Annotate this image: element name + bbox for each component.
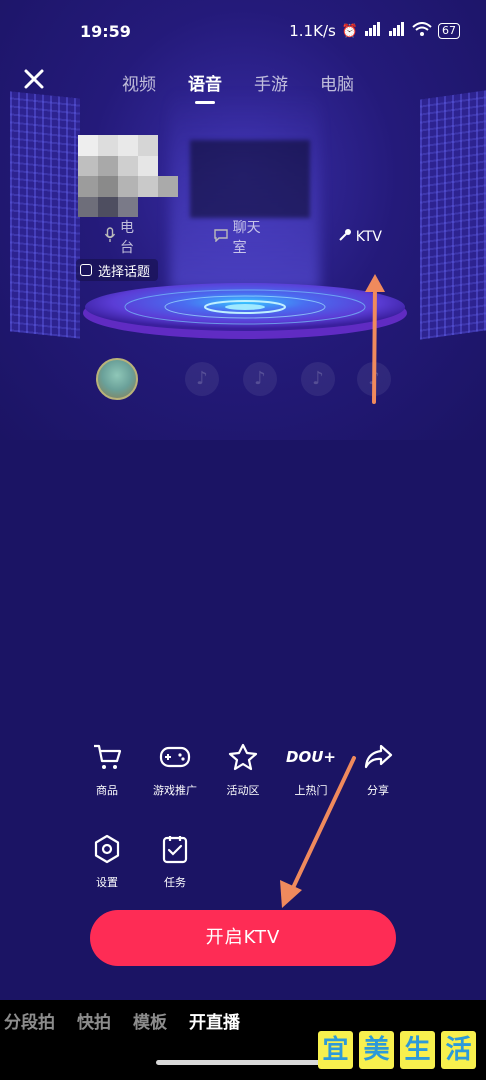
watermark-char: 宜 — [318, 1031, 353, 1069]
status-indicators: 1.1K/s ⏰ 67 — [289, 22, 460, 40]
cover-image[interactable] — [78, 135, 178, 217]
annotation-arrow-up — [365, 274, 385, 404]
wifi-icon — [412, 22, 432, 40]
topic-icon — [80, 264, 92, 276]
battery-icon: 67 — [438, 23, 460, 39]
task-clipboard-icon — [145, 832, 205, 866]
stage-wall-left — [10, 91, 80, 339]
tool-tasks-label: 任务 — [164, 876, 186, 889]
tool-dou-plus[interactable]: DOU+ 上热门 — [281, 740, 341, 798]
mode-chatroom[interactable]: 聊天室 — [179, 217, 304, 257]
stage-wall-right — [420, 90, 486, 340]
watermark: 宜 美 生 活 — [318, 1031, 476, 1069]
tool-activity-label: 活动区 — [226, 784, 260, 797]
network-speed: 1.1K/s — [289, 22, 336, 40]
seat-icon[interactable]: ♪ — [301, 362, 335, 396]
dou-plus-icon: DOU+ — [286, 748, 336, 766]
gamepad-icon — [145, 740, 205, 774]
tab-quick-shoot[interactable]: 快拍 — [77, 1008, 111, 1033]
mode-radio[interactable]: 电台 — [70, 217, 179, 257]
alarm-icon: ⏰ — [341, 23, 358, 39]
start-ktv-button[interactable]: 开启KTV — [90, 910, 396, 966]
tab-mobile-game[interactable]: 手游 — [254, 70, 288, 95]
tool-activity[interactable]: 活动区 — [213, 740, 273, 798]
tool-settings-label: 设置 — [96, 876, 118, 889]
tool-tasks[interactable]: 任务 — [145, 832, 205, 890]
live-title-field[interactable] — [190, 140, 310, 218]
tab-voice[interactable]: 语音 — [188, 70, 222, 95]
status-bar: 19:59 1.1K/s ⏰ 67 — [0, 0, 486, 62]
mode-radio-label: 电台 — [120, 220, 134, 256]
tool-products[interactable]: 商品 — [77, 740, 137, 798]
tool-game-promo[interactable]: 游戏推广 — [145, 740, 205, 798]
host-avatar[interactable] — [96, 358, 138, 400]
tool-products-label: 商品 — [96, 784, 118, 797]
share-arrow-icon — [348, 740, 408, 774]
status-time: 19:59 — [80, 22, 131, 41]
watermark-char: 活 — [441, 1031, 476, 1069]
watermark-char: 生 — [400, 1031, 435, 1069]
voice-mode-selector: 电台 聊天室 KTV — [70, 220, 416, 256]
home-indicator[interactable] — [156, 1060, 330, 1065]
tool-settings[interactable]: 设置 — [77, 832, 137, 890]
star-icon — [213, 740, 273, 774]
mode-chatroom-label: 聊天室 — [232, 220, 261, 256]
live-type-tabs: 视频 语音 手游 电脑 — [122, 70, 354, 95]
tool-share[interactable]: 分享 — [348, 740, 408, 798]
mode-ktv[interactable]: KTV — [304, 228, 416, 246]
seat-icon[interactable]: ♪ — [243, 362, 277, 396]
tool-share-label: 分享 — [367, 784, 389, 797]
mode-ktv-label: KTV — [355, 229, 382, 245]
tab-go-live[interactable]: 开直播 — [189, 1008, 240, 1033]
tab-video[interactable]: 视频 — [122, 70, 156, 95]
microphone-icon — [104, 227, 116, 247]
tab-template[interactable]: 模板 — [133, 1008, 167, 1033]
tab-pc[interactable]: 电脑 — [320, 70, 354, 95]
cart-icon — [77, 740, 137, 774]
signal-hd-icon — [388, 22, 406, 40]
tool-game-promo-label: 游戏推广 — [153, 784, 197, 797]
capture-mode-tabs: 分段拍 快拍 模板 开直播 — [4, 1008, 240, 1033]
chat-bubble-icon — [213, 228, 229, 246]
signal-hd-icon — [364, 22, 382, 40]
watermark-char: 美 — [359, 1031, 394, 1069]
settings-hexagon-icon — [77, 832, 137, 866]
tool-dou-plus-label: 上热门 — [294, 784, 328, 797]
tab-segment-shoot[interactable]: 分段拍 — [4, 1008, 55, 1033]
karaoke-mic-icon — [338, 228, 352, 246]
close-icon[interactable] — [20, 67, 48, 95]
seat-icon[interactable]: ♪ — [185, 362, 219, 396]
